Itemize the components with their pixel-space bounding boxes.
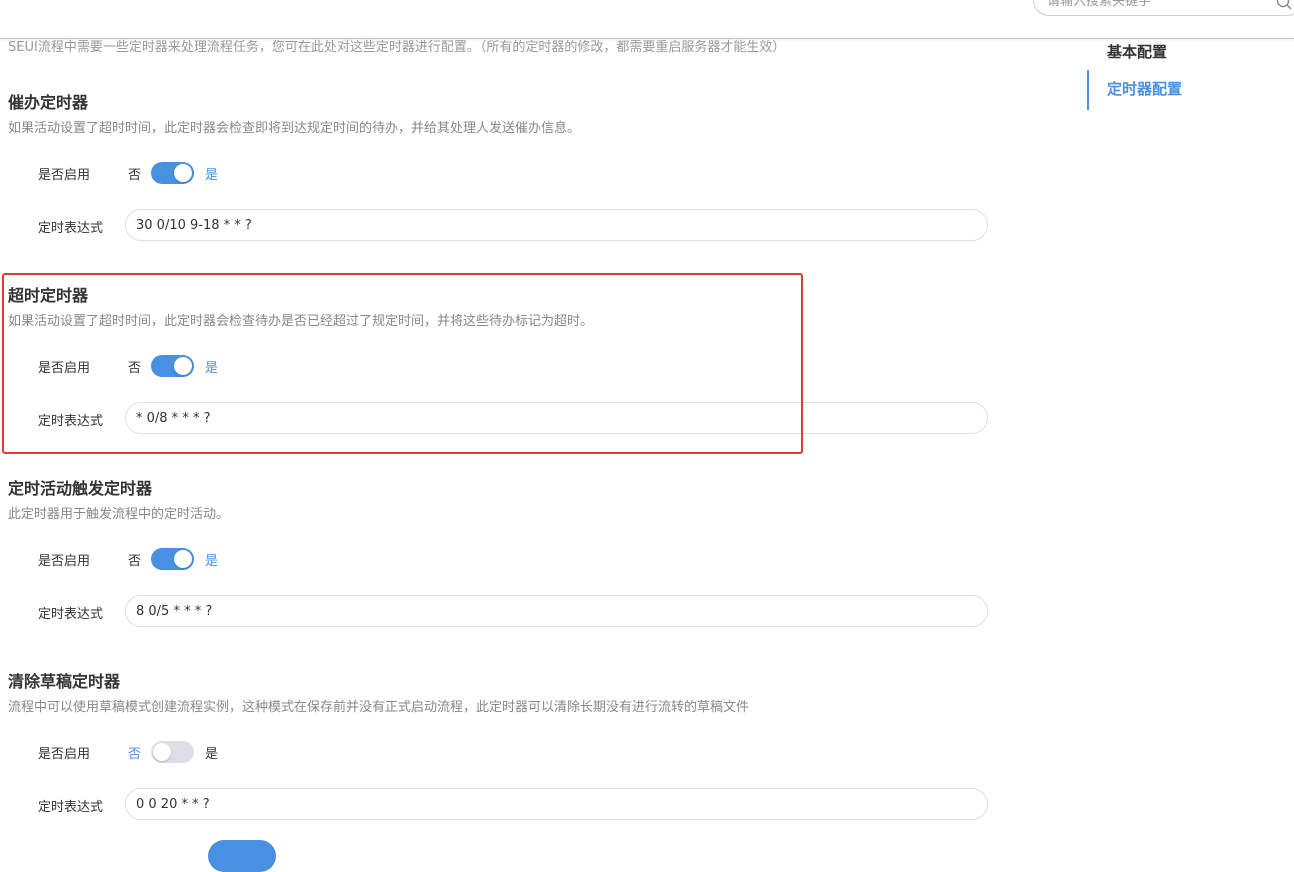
expr-label: 定时表达式 (38, 414, 104, 429)
switch-off-label: 否 (128, 747, 142, 762)
section-desc: 如果活动设置了超时时间，此定时器会检查即将到达规定时间的待办，并给其处理人发送催… (8, 121, 581, 136)
section-title: 清除草稿定时器 (8, 672, 121, 691)
section-activity-timer: 定时活动触发定时器 此定时器用于触发流程中的定时活动。 是否启用 否 是 定时表… (8, 475, 1008, 635)
enable-label: 是否启用 (38, 168, 91, 183)
switch-knob (174, 357, 192, 375)
enable-label: 是否启用 (38, 554, 91, 569)
enable-switch[interactable] (151, 162, 194, 184)
section-timeout-timer: 超时定时器 如果活动设置了超时时间，此定时器会检查待办是否已经超过了规定时间，并… (8, 282, 1008, 442)
switch-off-label: 否 (128, 168, 142, 183)
search-input[interactable] (1047, 0, 1267, 11)
expr-label: 定时表达式 (38, 607, 104, 622)
expr-input[interactable] (125, 209, 988, 241)
section-urge-timer: 催办定时器 如果活动设置了超时时间，此定时器会检查即将到达规定时间的待办，并给其… (8, 89, 1008, 249)
switch-on-label: 是 (205, 168, 219, 183)
section-title: 超时定时器 (8, 286, 89, 305)
enable-label: 是否启用 (38, 747, 91, 762)
switch-knob (153, 743, 171, 761)
section-title: 定时活动触发定时器 (8, 479, 153, 498)
search-box[interactable] (1033, 0, 1294, 16)
search-icon[interactable] (1276, 0, 1292, 10)
top-bar (0, 0, 1294, 39)
expr-label: 定时表达式 (38, 800, 104, 815)
switch-knob (174, 164, 192, 182)
section-desc: 流程中可以使用草稿模式创建流程实例，这种模式在保存前并没有正式启动流程，此定时器… (8, 700, 750, 715)
switch-on-label: 是 (205, 361, 219, 376)
switch-on-label: 是 (205, 747, 219, 762)
section-desc: 如果活动设置了超时时间，此定时器会检查待办是否已经超过了规定时间，并将这些待办标… (8, 314, 594, 329)
enable-switch[interactable] (151, 741, 194, 763)
switch-knob (174, 550, 192, 568)
expr-input[interactable] (125, 788, 988, 820)
section-title: 催办定时器 (8, 93, 89, 112)
save-button[interactable] (208, 840, 276, 872)
enable-switch[interactable] (151, 355, 194, 377)
enable-label: 是否启用 (38, 361, 91, 376)
enable-switch[interactable] (151, 548, 194, 570)
nav-item-timer-config[interactable]: 定时器配置 (1087, 70, 1277, 110)
expr-input[interactable] (125, 402, 988, 434)
switch-off-label: 否 (128, 361, 142, 376)
section-desc: 此定时器用于触发流程中的定时活动。 (8, 507, 230, 522)
switch-on-label: 是 (205, 554, 219, 569)
expr-label: 定时表达式 (38, 221, 104, 236)
switch-off-label: 否 (128, 554, 142, 569)
right-anchor-nav: 基本配置 定时器配置 (1087, 40, 1277, 110)
nav-item-basic-config[interactable]: 基本配置 (1107, 41, 1167, 62)
expr-input[interactable] (125, 595, 988, 627)
section-draft-cleanup-timer: 清除草稿定时器 流程中可以使用草稿模式创建流程实例，这种模式在保存前并没有正式启… (8, 668, 1008, 828)
